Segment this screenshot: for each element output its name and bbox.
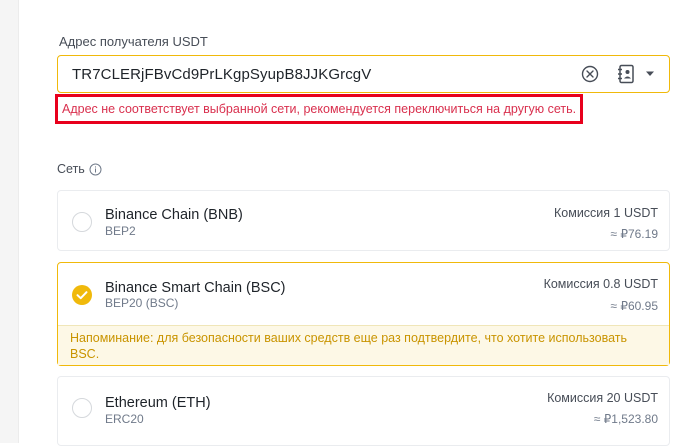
address-input[interactable]: TR7CLERjFBvCd9PrLKgpSyupB8JJKGrcgV bbox=[57, 55, 670, 93]
network-protocol: BEP2 bbox=[105, 224, 136, 238]
network-name: Ethereum (ETH) bbox=[105, 395, 211, 411]
network-option-bsc[interactable]: Binance Smart Chain (BSC) BEP20 (BSC) Ко… bbox=[57, 262, 670, 366]
address-book-icon[interactable] bbox=[617, 64, 635, 84]
network-name: Binance Chain (BNB) bbox=[105, 207, 243, 223]
network-radio-checked[interactable] bbox=[72, 285, 92, 305]
network-radio[interactable] bbox=[72, 398, 92, 418]
left-panel-edge bbox=[0, 0, 19, 443]
address-label: Адрес получателя USDT bbox=[59, 34, 208, 49]
network-fee-approx: ≈ ₽1,523.80 bbox=[593, 412, 658, 426]
error-highlight: Адрес не соответствует выбранной сети, р… bbox=[55, 94, 583, 124]
input-actions bbox=[581, 64, 669, 84]
info-icon[interactable] bbox=[89, 163, 102, 176]
network-fee: Комиссия 20 USDT bbox=[547, 391, 658, 405]
network-option-eth[interactable]: Ethereum (ETH) ERC20 Комиссия 20 USDT ≈ … bbox=[57, 376, 670, 446]
network-option-bnb[interactable]: Binance Chain (BNB) BEP2 Комиссия 1 USDT… bbox=[57, 190, 670, 251]
network-label: Сеть bbox=[57, 162, 102, 176]
network-fee-approx: ≈ ₽60.95 bbox=[610, 299, 658, 313]
checkmark-icon bbox=[76, 291, 88, 300]
network-name: Binance Smart Chain (BSC) bbox=[105, 280, 286, 296]
network-fee-approx: ≈ ₽76.19 bbox=[610, 227, 658, 241]
bsc-reminder: Напоминание: для безопасности ваших сред… bbox=[58, 325, 669, 365]
network-fee: Комиссия 0.8 USDT bbox=[543, 277, 658, 291]
network-protocol: ERC20 bbox=[105, 412, 144, 426]
network-label-text: Сеть bbox=[57, 162, 85, 176]
network-fee: Комиссия 1 USDT bbox=[554, 206, 658, 220]
clear-circle-icon[interactable] bbox=[581, 65, 599, 83]
address-error-message: Адрес не соответствует выбранной сети, р… bbox=[62, 102, 577, 116]
network-radio[interactable] bbox=[72, 212, 92, 232]
dropdown-arrow-icon[interactable] bbox=[645, 70, 655, 78]
address-value[interactable]: TR7CLERjFBvCd9PrLKgpSyupB8JJKGrcgV bbox=[72, 66, 581, 83]
network-protocol: BEP20 (BSC) bbox=[105, 296, 179, 310]
